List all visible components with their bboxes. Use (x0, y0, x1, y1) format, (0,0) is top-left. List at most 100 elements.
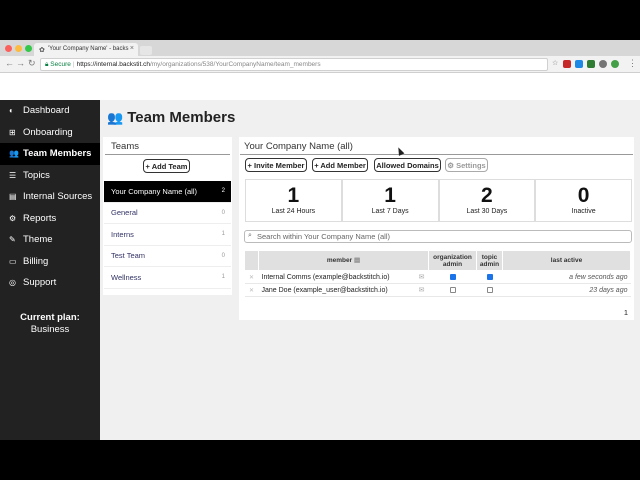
browser-toolbar: ← → ↻ 🔒︎ Secure | https://internal.backsti… (0, 56, 640, 73)
page-title-text: Team Members (127, 109, 236, 126)
plan-value: Business (30, 324, 70, 335)
sidebar-item-label: Topics (23, 169, 50, 181)
stat-label: Last 7 Days (371, 208, 409, 215)
team-icon: 👥 (107, 109, 124, 125)
team-name: General (111, 208, 138, 218)
org-admin-cell (428, 283, 477, 297)
invite-member-button[interactable]: + Invite Member (245, 158, 307, 172)
new-tab-button[interactable] (140, 46, 152, 55)
dashboard-icon: ◐ (9, 106, 14, 116)
sidebar-item-team-members[interactable]: 👥 Team Members (0, 143, 100, 165)
sidebar-item-onboarding[interactable]: ⊞ Onboarding (0, 122, 100, 144)
team-name: Wellness (111, 272, 142, 282)
member-cell: Jane Doe (example_user@backstitch.io) ✉ (258, 283, 429, 297)
sidebar-item-label: Dashboard (23, 105, 70, 117)
member-column-header[interactable]: member ▤ (258, 250, 429, 271)
plan-label: Current plan: (20, 312, 80, 323)
extension-icon[interactable] (611, 60, 619, 68)
team-item[interactable]: Wellness 1 (104, 267, 231, 289)
activity-stats: 1 Last 24 Hours 1 Last 7 Days 2 Last 30 Days 0… (245, 179, 632, 222)
tab-title: 'Your Company Name' - backs (48, 46, 129, 52)
team-item[interactable]: General 0 (104, 203, 231, 224)
forward-icon[interactable]: → (16, 58, 25, 68)
topic-admin-cell (476, 283, 503, 297)
close-window-icon[interactable] (5, 45, 12, 52)
close-tab-icon[interactable]: × (130, 45, 134, 52)
reload-icon[interactable]: ↻ (28, 58, 36, 69)
org-admin-checkbox[interactable] (449, 273, 456, 280)
last-active-cell: a few seconds ago (502, 270, 631, 284)
extension-icon[interactable] (563, 60, 571, 68)
last-active-cell: 23 days ago (502, 283, 631, 297)
add-member-button[interactable]: + Add Member (312, 158, 368, 172)
team-item[interactable]: Your Company Name (all) 2 (104, 181, 231, 203)
minimize-window-icon[interactable] (15, 45, 22, 52)
sidebar-item-dashboard[interactable]: ◐ Dashboard (0, 100, 100, 122)
team-name: Your Company Name (all) (111, 186, 198, 196)
sidebar: ◐ Dashboard ⊞ Onboarding 👥 Team Members ☰ Topic… (0, 100, 100, 440)
extension-icon[interactable] (599, 60, 607, 68)
extension-icon[interactable] (587, 60, 595, 68)
remove-member-icon[interactable]: ✕ (244, 283, 259, 297)
teams-header: Teams (105, 137, 230, 155)
team-icon: 👥 (9, 149, 19, 159)
stat-box: 1 Last 24 Hours (245, 180, 342, 221)
theme-icon: ✎ (9, 235, 16, 245)
sidebar-item-support[interactable]: ◎ Support (0, 272, 100, 294)
onboarding-icon: ⊞ (9, 127, 16, 137)
teams-panel: Teams + Add Team Your Company Name (all)… (103, 137, 232, 295)
topic-admin-checkbox[interactable] (486, 286, 493, 293)
sidebar-item-theme[interactable]: ✎ Theme (0, 229, 100, 251)
menu-icon[interactable]: ⋮ (628, 58, 637, 69)
org-admin-column-header: organization admin (428, 250, 477, 271)
members-table: member ▤ organization admin topic admin la… (244, 250, 631, 297)
url-host: https://internal.backstit.ch (76, 61, 150, 68)
reports-icon: ⚙ (9, 213, 17, 223)
stat-value: 2 (481, 184, 493, 207)
team-item[interactable]: Interns 1 (104, 224, 231, 246)
sidebar-item-label: Onboarding (23, 126, 73, 138)
members-panel: Your Company Name (all) + Invite Member … (239, 137, 634, 320)
back-icon[interactable]: ← (5, 58, 14, 68)
topics-icon: ☰ (9, 170, 17, 180)
topic-admin-checkbox[interactable] (486, 273, 493, 280)
browser-tab[interactable]: ✿ 'Your Company Name' - backs × (34, 43, 138, 56)
page-number[interactable]: 1 (624, 308, 628, 317)
maximize-window-icon[interactable] (25, 45, 32, 52)
sidebar-item-billing[interactable]: ▭ Billing (0, 251, 100, 273)
bookmark-star-icon[interactable]: ☆ (552, 59, 558, 67)
stat-box: 1 Last 7 Days (341, 180, 439, 221)
sidebar-item-label: Billing (23, 255, 49, 267)
sources-icon: ▤ (9, 192, 17, 202)
sidebar-item-label: Team Members (23, 148, 92, 160)
member-name: Internal Comms (example@backstitch.io) (261, 273, 390, 281)
team-member-count: 0 (221, 209, 225, 216)
sidebar-item-topics[interactable]: ☰ Topics (0, 165, 100, 187)
sidebar-item-internal-sources[interactable]: ▤ Internal Sources (0, 186, 100, 208)
search-icon: ⌕ (248, 232, 252, 239)
sort-icon[interactable]: ▤ (354, 257, 360, 264)
stat-value: 1 (287, 184, 300, 207)
add-team-button[interactable]: + Add Team (143, 159, 190, 173)
address-bar[interactable]: 🔒︎ Secure | https://internal.backstit.ch/m… (40, 58, 548, 71)
member-name: Jane Doe (example_user@backstitch.io) (261, 286, 388, 294)
allowed-domains-button[interactable]: Allowed Domains (374, 158, 441, 172)
topic-admin-cell (476, 270, 503, 284)
email-icon[interactable]: ✉ (419, 286, 425, 294)
secure-label: Secure (50, 61, 71, 68)
stat-label: Last 30 Days (466, 208, 508, 215)
extension-icon[interactable] (575, 60, 583, 68)
page-title: 👥 Team Members (107, 109, 235, 126)
tab-bar: ✿ 'Your Company Name' - backs × (0, 40, 640, 56)
browser-window: ✿ 'Your Company Name' - backs × ← → ↻ 🔒︎… (0, 40, 640, 440)
lock-icon: 🔒︎ (45, 61, 49, 68)
settings-button[interactable]: ⚙ Settings (445, 158, 488, 172)
team-member-count: 1 (221, 231, 225, 238)
team-item[interactable]: Test Team 0 (104, 246, 231, 267)
email-icon[interactable]: ✉ (419, 273, 425, 281)
org-admin-checkbox[interactable] (449, 286, 456, 293)
select-column-header (244, 250, 259, 271)
member-search-input[interactable]: ⌕ Search within Your Company Name (all) (244, 230, 632, 243)
sidebar-item-reports[interactable]: ⚙ Reports (0, 208, 100, 230)
remove-member-icon[interactable]: ✕ (244, 270, 259, 284)
